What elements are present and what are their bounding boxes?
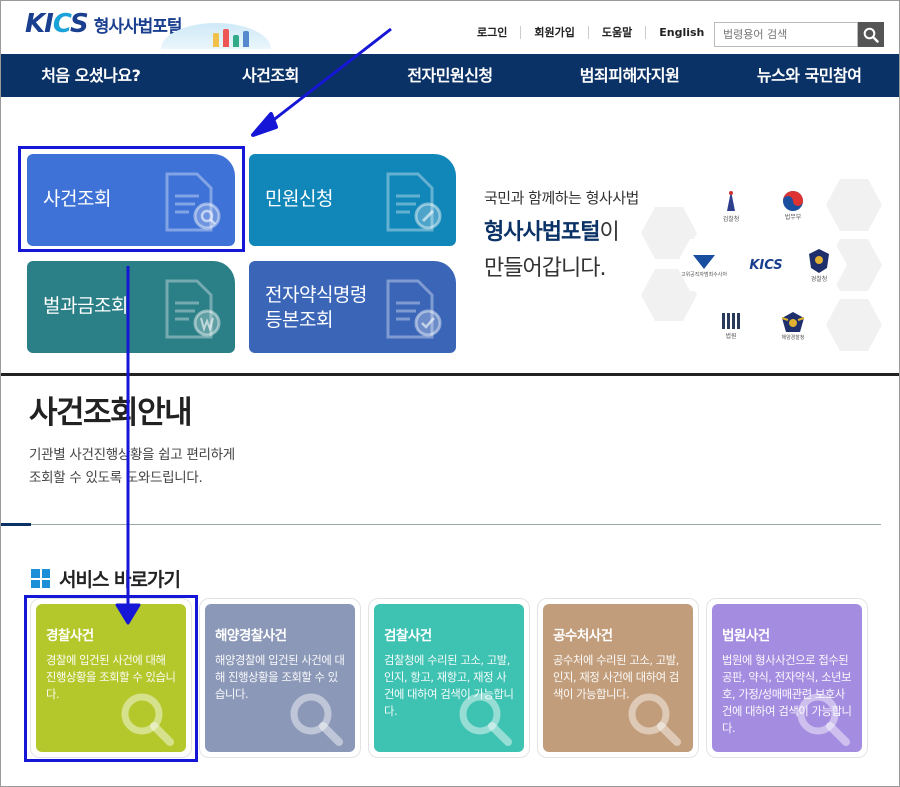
search-button[interactable] [858,22,884,47]
hex-coast-guard: 해양경찰청 [765,299,821,351]
card-inner: 검찰사건 검찰청에 수리된 고소, 고발, 인지, 항고, 재항고, 재정 사건… [374,604,524,752]
hex-label: 법무부 [784,213,802,221]
hex-court: 법원 [703,299,759,351]
main-nav: 처음 오셨나요? 사건조회 전자민원신청 범죄피해자지원 뉴스와 국민참여 [1,54,899,97]
taegeuk-icon [783,190,803,211]
hex-label: 법원 [725,332,737,340]
magnifier-icon [459,693,512,746]
desc-line1: 기관별 사건진행상황을 쉽고 편리하게 [29,447,235,463]
section-title: 사건조회안내 [29,395,193,431]
hex-prosecutor: 검찰청 [703,179,759,231]
search-icon [863,27,879,43]
hex-bg [826,179,882,231]
card-inner: 법원사건 법원에 형사사건으로 접수된 공판, 약식, 전자약식, 소년보호, … [712,604,862,752]
login-link[interactable]: 로그인 [464,26,520,39]
section-thin-divider [1,524,881,525]
utility-links: 로그인 회원가입 도움말 English [464,26,717,39]
promo-line2: 형사사법포털이 [484,214,639,246]
hex-label: 고위공직자범죄수사처 [680,271,727,278]
nav-item-victim-support[interactable]: 범죄피해자지원 [540,54,720,97]
magnifier-icon [797,693,850,746]
service-shortcut-heading: 서비스 바로가기 [31,565,181,592]
promo-brand: 형사사법포털 [484,220,600,245]
header: KICS 형사사법포털 로그인 회원가입 도움말 English [1,1,899,54]
site-name: 형사사법포털 [93,16,183,37]
hex-justice: 법무부 [765,179,821,231]
service-title-text: 서비스 바로가기 [59,569,181,591]
tile-petition[interactable]: 민원신청 [249,154,456,246]
magnifier-icon [628,693,681,746]
hex-label: 해양경찰청 [781,334,805,341]
tile-label: 전자약식명령등본조회 [265,283,367,333]
card-cio-case[interactable]: 공수처사건 공수처에 수리된 고소, 고발, 인지, 재정 사건에 대하여 검색… [537,598,699,758]
card-title: 법원사건 [722,628,770,644]
kics-logo-mark: KICS [25,9,89,39]
tile-label-line2: 등본조회 [265,309,333,331]
card-court-case[interactable]: 법원사건 법원에 형사사건으로 접수된 공판, 약식, 전자약식, 소년보호, … [706,598,868,758]
promo-line3: 만들어갑니다. [484,256,606,281]
card-prosecution-case[interactable]: 검찰사건 검찰청에 수리된 고소, 고발, 인지, 항고, 재항고, 재정 사건… [368,598,530,758]
card-coast-guard-case[interactable]: 해양경찰사건 해양경찰에 입건된 사건에 대해 진행상황을 조회할 수 있습니다… [199,598,361,758]
tile-fine-inquiry[interactable]: 벌과금조회 [27,261,235,353]
promo-line2-rest: 이 [599,220,619,245]
annotation-highlight-police-card [24,595,198,762]
card-title: 공수처사건 [553,628,613,644]
desc-line2: 조회할 수 있도록 도와드립니다. [29,470,203,486]
prosecutor-emblem-icon [727,190,735,211]
card-inner: 해양경찰사건 해양경찰에 입건된 사건에 대해 진행상황을 조회할 수 있습니다… [205,604,355,752]
windows-grid-icon [31,569,50,588]
nav-item-case-inquiry[interactable]: 사건조회 [181,54,361,97]
cio-emblem-icon [693,254,715,269]
tile-e-summary-order[interactable]: 전자약식명령등본조회 [249,261,456,353]
hex-label: 검찰청 [722,215,740,223]
logo[interactable]: KICS 형사사법포털 [25,9,183,39]
search-input[interactable] [714,22,858,47]
signup-link[interactable]: 회원가입 [520,26,587,39]
nav-item-news[interactable]: 뉴스와 국민참여 [719,54,899,97]
promo-line1: 국민과 함께하는 형사사법 [484,189,639,207]
search-box [714,22,884,47]
card-title: 검찰사건 [384,628,432,644]
section-description: 기관별 사건진행상황을 쉽고 편리하게 조회할 수 있도록 도와드립니다. [29,444,235,490]
nav-item-e-petition[interactable]: 전자민원신청 [360,54,540,97]
annotation-highlight-case-tile [18,146,245,252]
card-title: 해양경찰사건 [215,628,287,644]
tile-label-line1: 전자약식명령 [265,284,367,306]
document-check-icon [386,279,442,339]
coast-guard-badge-icon [781,311,805,332]
page-frame: KICS 형사사법포털 로그인 회원가입 도움말 English 법령용어 검색… [0,0,900,787]
hex-kics: KICS [738,239,794,291]
arrow-head-case-tile [251,112,278,137]
document-won-icon [165,279,221,339]
nav-item-first-visit[interactable]: 처음 오셨나요? [1,54,181,97]
magnifier-icon [290,693,343,746]
promo-text: 국민과 함께하는 형사사법 형사사법포털이 만들어갑니다. [484,187,639,282]
english-link[interactable]: English [645,26,717,39]
help-link[interactable]: 도움말 [587,26,645,39]
hex-label: 경찰청 [810,275,828,283]
section-divider [1,373,899,376]
hex-bg [826,299,882,351]
police-badge-icon [809,248,829,273]
court-emblem-icon [722,312,740,329]
tile-label: 벌과금조회 [43,295,128,317]
section-accent-bar [1,523,31,526]
kics-mini-logo: KICS [749,257,783,273]
card-inner: 공수처사건 공수처에 수리된 고소, 고발, 인지, 재정 사건에 대하여 검색… [543,604,693,752]
tile-label: 민원신청 [265,188,333,210]
document-pen-icon [386,172,442,232]
agency-hex-grid: 검찰청 법무부 고위공직자범죄수사처 KICS 경찰청 법원 해양경찰청 [641,159,882,351]
